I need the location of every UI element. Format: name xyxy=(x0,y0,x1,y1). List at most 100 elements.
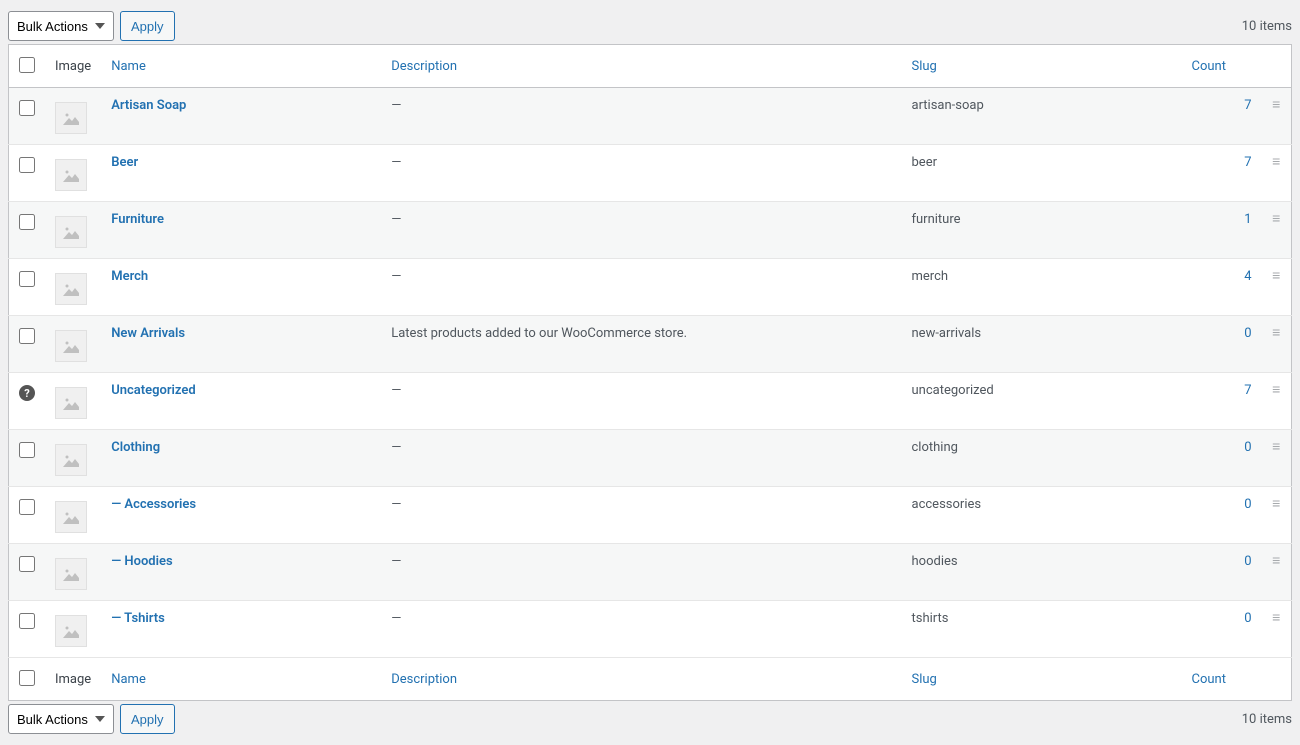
category-slug: accessories xyxy=(902,487,1182,544)
items-count-bottom: 10 items xyxy=(1242,712,1292,727)
image-placeholder-icon xyxy=(55,615,87,647)
col-footer-image: Image xyxy=(45,658,101,701)
row-checkbox[interactable] xyxy=(19,613,35,629)
image-placeholder-icon xyxy=(55,387,87,419)
items-count-top: 10 items xyxy=(1242,19,1292,34)
image-placeholder-icon xyxy=(55,273,87,305)
category-name-link[interactable]: Beer xyxy=(111,155,138,170)
category-count-link[interactable]: 7 xyxy=(1244,98,1251,113)
category-count-link[interactable]: 7 xyxy=(1244,155,1251,170)
col-header-description[interactable]: Description xyxy=(381,45,901,88)
category-slug: artisan-soap xyxy=(902,88,1182,145)
category-count-link[interactable]: 0 xyxy=(1244,497,1251,512)
category-name-link[interactable]: Clothing xyxy=(111,440,160,455)
category-description: — xyxy=(381,430,901,487)
col-header-name[interactable]: Name xyxy=(101,45,381,88)
category-slug: new-arrivals xyxy=(902,316,1182,373)
table-row: Clothing —clothing 0 ≡ xyxy=(9,430,1292,487)
category-name-link[interactable]: Artisan Soap xyxy=(111,98,186,113)
category-count-link[interactable]: 1 xyxy=(1244,212,1251,227)
category-slug: beer xyxy=(902,145,1182,202)
row-checkbox[interactable] xyxy=(19,214,35,230)
bulk-actions-top: Bulk Actions Apply xyxy=(8,11,175,41)
category-description: — xyxy=(381,202,901,259)
category-count-link[interactable]: 7 xyxy=(1244,383,1251,398)
apply-button-top[interactable]: Apply xyxy=(120,11,175,41)
bulk-actions-select-bottom[interactable]: Bulk Actions xyxy=(8,704,114,734)
row-checkbox[interactable] xyxy=(19,328,35,344)
table-row: Beer —beer 7 ≡ xyxy=(9,145,1292,202)
category-slug: tshirts xyxy=(902,601,1182,658)
drag-handle-icon[interactable]: ≡ xyxy=(1272,496,1280,512)
drag-handle-icon[interactable]: ≡ xyxy=(1272,268,1280,284)
category-count-link[interactable]: 0 xyxy=(1244,554,1251,569)
drag-handle-icon[interactable]: ≡ xyxy=(1272,382,1280,398)
category-slug: hoodies xyxy=(902,544,1182,601)
image-placeholder-icon xyxy=(55,558,87,590)
drag-handle-icon[interactable]: ≡ xyxy=(1272,553,1280,569)
drag-handle-icon[interactable]: ≡ xyxy=(1272,325,1280,341)
category-description: — xyxy=(381,259,901,316)
table-row: — Tshirts—tshirts0≡ xyxy=(9,601,1292,658)
categories-table: Image Name Description Slug Count Artisa… xyxy=(8,44,1292,701)
category-slug: furniture xyxy=(902,202,1182,259)
image-placeholder-icon xyxy=(55,102,87,134)
category-slug: uncategorized xyxy=(902,373,1182,430)
table-row: Artisan Soap —artisan-soap 7 ≡ xyxy=(9,88,1292,145)
select-all-bottom[interactable] xyxy=(19,670,35,686)
col-footer-count[interactable]: Count xyxy=(1182,658,1262,701)
category-name-link[interactable]: — Hoodies xyxy=(111,554,172,569)
bulk-actions-bottom: Bulk Actions Apply xyxy=(8,704,175,734)
apply-button-bottom[interactable]: Apply xyxy=(120,704,175,734)
row-checkbox[interactable] xyxy=(19,442,35,458)
drag-handle-icon[interactable]: ≡ xyxy=(1272,154,1280,170)
row-checkbox[interactable] xyxy=(19,499,35,515)
category-description: — xyxy=(381,487,901,544)
image-placeholder-icon xyxy=(55,444,87,476)
row-checkbox[interactable] xyxy=(19,100,35,116)
table-row: ? Uncategorized —uncategorized 7 ≡ xyxy=(9,373,1292,430)
category-name-link[interactable]: Furniture xyxy=(111,212,164,227)
image-placeholder-icon xyxy=(55,216,87,248)
category-description: — xyxy=(381,88,901,145)
table-row: — Accessories —accessories 0 ≡ xyxy=(9,487,1292,544)
category-name-link[interactable]: New Arrivals xyxy=(111,326,185,341)
drag-handle-icon[interactable]: ≡ xyxy=(1272,211,1280,227)
category-slug: clothing xyxy=(902,430,1182,487)
category-name-link[interactable]: Merch xyxy=(111,269,148,284)
table-header-row: Image Name Description Slug Count xyxy=(9,45,1292,88)
category-description: — xyxy=(381,601,901,658)
category-description: — xyxy=(381,145,901,202)
row-checkbox[interactable] xyxy=(19,271,35,287)
category-slug: merch xyxy=(902,259,1182,316)
category-description: Latest products added to our WooCommerce… xyxy=(381,316,901,373)
category-name-link[interactable]: — Accessories xyxy=(111,497,196,512)
drag-handle-icon[interactable]: ≡ xyxy=(1272,97,1280,113)
category-description: — xyxy=(381,373,901,430)
category-count-link[interactable]: 0 xyxy=(1244,440,1251,455)
image-placeholder-icon xyxy=(55,501,87,533)
category-count-link[interactable]: 0 xyxy=(1244,326,1251,341)
table-row: Furniture —furniture 1 ≡ xyxy=(9,202,1292,259)
col-header-count[interactable]: Count xyxy=(1182,45,1262,88)
col-footer-name[interactable]: Name xyxy=(101,658,381,701)
category-description: — xyxy=(381,544,901,601)
table-row: New Arrivals Latest products added to our… xyxy=(9,316,1292,373)
drag-handle-icon[interactable]: ≡ xyxy=(1272,439,1280,455)
bulk-actions-select-top[interactable]: Bulk Actions xyxy=(8,11,114,41)
tablenav-top: Bulk Actions Apply 10 items xyxy=(8,8,1292,44)
col-footer-description[interactable]: Description xyxy=(381,658,901,701)
row-checkbox[interactable] xyxy=(19,157,35,173)
col-footer-slug[interactable]: Slug xyxy=(902,658,1182,701)
category-name-link[interactable]: Uncategorized xyxy=(111,383,196,398)
select-all-top[interactable] xyxy=(19,57,35,73)
col-header-image: Image xyxy=(45,45,101,88)
col-header-slug[interactable]: Slug xyxy=(902,45,1182,88)
help-icon[interactable]: ? xyxy=(19,385,35,401)
table-footer-row: Image Name Description Slug Count xyxy=(9,658,1292,701)
image-placeholder-icon xyxy=(55,159,87,191)
category-count-link[interactable]: 4 xyxy=(1244,269,1251,284)
row-checkbox[interactable] xyxy=(19,556,35,572)
table-row: Merch —merch 4 ≡ xyxy=(9,259,1292,316)
table-row: — Hoodies —hoodies 0 ≡ xyxy=(9,544,1292,601)
